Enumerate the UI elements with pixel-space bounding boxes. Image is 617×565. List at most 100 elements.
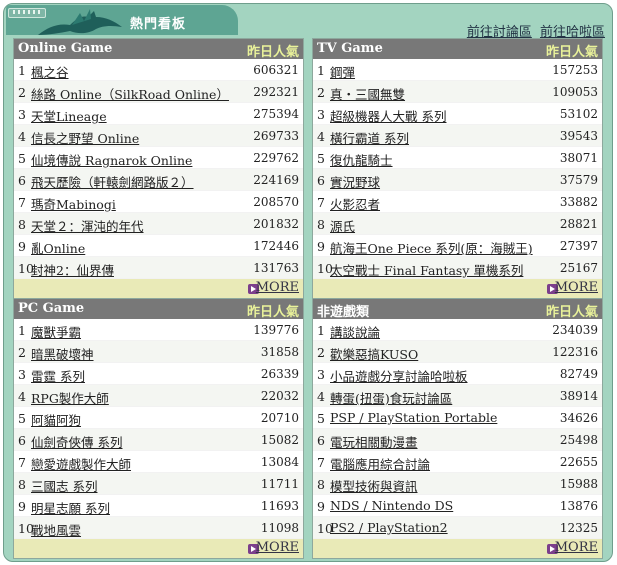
board-link[interactable]: 超級機器人大戰 系列: [330, 106, 446, 125]
board-link[interactable]: 仙劍奇俠傳 系列: [31, 432, 122, 451]
rank-number: 7: [317, 455, 325, 470]
panel-pc-game: PC Game 昨日人氣 1 魔獸爭霸 139776 2 暗黑破壞神 31858 3 雷霆 系列 2…: [13, 298, 304, 559]
board-link[interactable]: 火影忍者: [330, 194, 380, 213]
board-row: 4 RPG製作大師 22032: [14, 385, 303, 407]
more-link[interactable]: MORE: [256, 280, 299, 295]
board-row: 3 超級機器人大戰 系列 53102: [313, 103, 602, 125]
board-link[interactable]: 楓之谷: [31, 62, 69, 81]
board-row: 2 真‧三國無雙 109053: [313, 81, 602, 103]
board-row: 10 封神2：仙界傳 131763: [14, 257, 303, 279]
dragon-icon: [38, 9, 122, 35]
popularity-value: 22032: [260, 389, 299, 403]
popularity-value: 20710: [260, 411, 299, 425]
board-row: 8 三國志 系列 11711: [14, 473, 303, 495]
popularity-value: 15988: [559, 477, 598, 491]
popularity-column-label: 昨日人氣: [545, 305, 598, 320]
rank-number: 6: [317, 173, 325, 188]
popularity-value: 157253: [552, 63, 598, 77]
board-link[interactable]: 魔獸爭霸: [31, 322, 81, 341]
board-link[interactable]: 瑪奇Mabinogi: [31, 194, 116, 213]
more-link[interactable]: MORE: [555, 540, 598, 555]
board-link[interactable]: 天堂２：渾沌的年代: [31, 216, 144, 235]
panel-footer: MORE: [14, 279, 303, 298]
board-link[interactable]: 電玩相關動漫畫: [330, 432, 418, 451]
popularity-value: 139776: [253, 323, 299, 337]
board-row: 5 PSP / PlayStation Portable 34626: [313, 407, 602, 429]
popularity-value: 11711: [260, 477, 299, 491]
rank-number: 4: [317, 389, 325, 404]
panel-header: PC Game 昨日人氣: [14, 299, 303, 320]
popularity-value: 22655: [559, 455, 598, 469]
board-link[interactable]: 戀愛遊戲製作大師: [31, 454, 131, 473]
board-link[interactable]: 歡樂惡搞KUSO: [330, 344, 418, 363]
rank-number: 8: [317, 217, 325, 232]
board-link[interactable]: 明星志願 系列: [31, 498, 110, 517]
board-link[interactable]: PSP / PlayStation Portable: [330, 410, 497, 425]
board-link[interactable]: 電腦應用綜合討論: [330, 454, 430, 473]
board-link[interactable]: RPG製作大師: [31, 388, 109, 407]
rank-number: 10: [317, 521, 333, 536]
board-link[interactable]: 天堂Lineage: [31, 106, 107, 125]
board-link[interactable]: 鋼彈: [330, 62, 355, 81]
popularity-column-label: 昨日人氣: [246, 45, 299, 60]
rank-number: 1: [317, 63, 325, 78]
board-link[interactable]: 講談說論: [330, 322, 380, 341]
board-link[interactable]: 絲路 Online（SilkRoad Online）: [31, 84, 229, 103]
panel-title: Online Game: [18, 41, 113, 56]
popularity-value: 15082: [260, 433, 299, 447]
board-row: 9 明星志願 系列 11693: [14, 495, 303, 517]
board-row: 6 仙劍奇俠傳 系列 15082: [14, 429, 303, 451]
board-link[interactable]: 實況野球: [330, 172, 380, 191]
board-link[interactable]: 戰地風雲: [31, 520, 81, 539]
board-link[interactable]: 轉蛋(扭蛋)食玩討論區: [330, 388, 452, 407]
board-row: 8 模型技術與資訊 15988: [313, 473, 602, 495]
board-link[interactable]: 復仇龍騎士: [330, 150, 393, 169]
tab-title: 熱門看板: [130, 17, 187, 32]
rank-number: 8: [18, 217, 26, 232]
board-link[interactable]: 阿貓阿狗: [31, 410, 81, 429]
board-link[interactable]: PS2 / PlayStation2: [330, 520, 448, 535]
rank-number: 2: [317, 85, 325, 100]
board-link[interactable]: 太空戰士 Final Fantasy 單機系列: [330, 260, 523, 279]
panel-footer: MORE: [313, 539, 602, 558]
panel-header: TV Game 昨日人氣: [313, 39, 602, 60]
board-link[interactable]: 真‧三國無雙: [330, 84, 405, 103]
popularity-value: 26339: [260, 367, 299, 381]
board-list: 1 魔獸爭霸 139776 2 暗黑破壞神 31858 3 雷霆 系列 26339 4 RPG製作大…: [14, 319, 303, 539]
board-link[interactable]: 小品遊戲分享討論哈啦板: [330, 366, 468, 385]
board-link[interactable]: 橫行霸道 系列: [330, 128, 409, 147]
board-link[interactable]: 飛天歷險（軒轅劍網路版２）: [31, 172, 194, 191]
popularity-value: 13876: [559, 499, 598, 513]
board-link[interactable]: 三國志 系列: [31, 476, 97, 495]
popularity-value: 38071: [559, 151, 598, 165]
more-link[interactable]: MORE: [256, 540, 299, 555]
board-link[interactable]: 模型技術與資訊: [330, 476, 418, 495]
popularity-value: 39543: [559, 129, 598, 143]
hot-boards-tab: 熱門看板: [6, 5, 238, 35]
board-link[interactable]: 雷霆 系列: [31, 366, 85, 385]
rank-number: 4: [18, 129, 26, 144]
board-row: 7 火影忍者 33882: [313, 191, 602, 213]
rank-number: 7: [18, 455, 26, 470]
rank-number: 5: [317, 151, 325, 166]
board-row: 3 雷霆 系列 26339: [14, 363, 303, 385]
rank-number: 3: [18, 107, 26, 122]
board-link[interactable]: 源氏: [330, 216, 355, 235]
popularity-value: 131763: [253, 261, 299, 275]
rank-number: 9: [317, 499, 325, 514]
board-link[interactable]: 暗黑破壞神: [31, 344, 94, 363]
board-link[interactable]: 封神2：仙界傳: [31, 260, 114, 279]
board-link[interactable]: 仙境傳說 Ragnarok Online: [31, 150, 192, 169]
rank-number: 4: [317, 129, 325, 144]
popularity-value: 109053: [552, 85, 598, 99]
board-row: 7 電腦應用綜合討論 22655: [313, 451, 602, 473]
board-link[interactable]: NDS / Nintendo DS: [330, 498, 453, 513]
rank-number: 3: [317, 107, 325, 122]
popularity-value: 34626: [559, 411, 598, 425]
rank-number: 1: [18, 323, 26, 338]
more-link[interactable]: MORE: [555, 280, 598, 295]
board-link[interactable]: 信長之野望 Online: [31, 128, 139, 147]
board-link[interactable]: 亂Online: [31, 238, 85, 257]
popularity-column-label: 昨日人氣: [246, 305, 299, 320]
board-link[interactable]: 航海王One Piece 系列(原：海賊王): [330, 238, 533, 257]
